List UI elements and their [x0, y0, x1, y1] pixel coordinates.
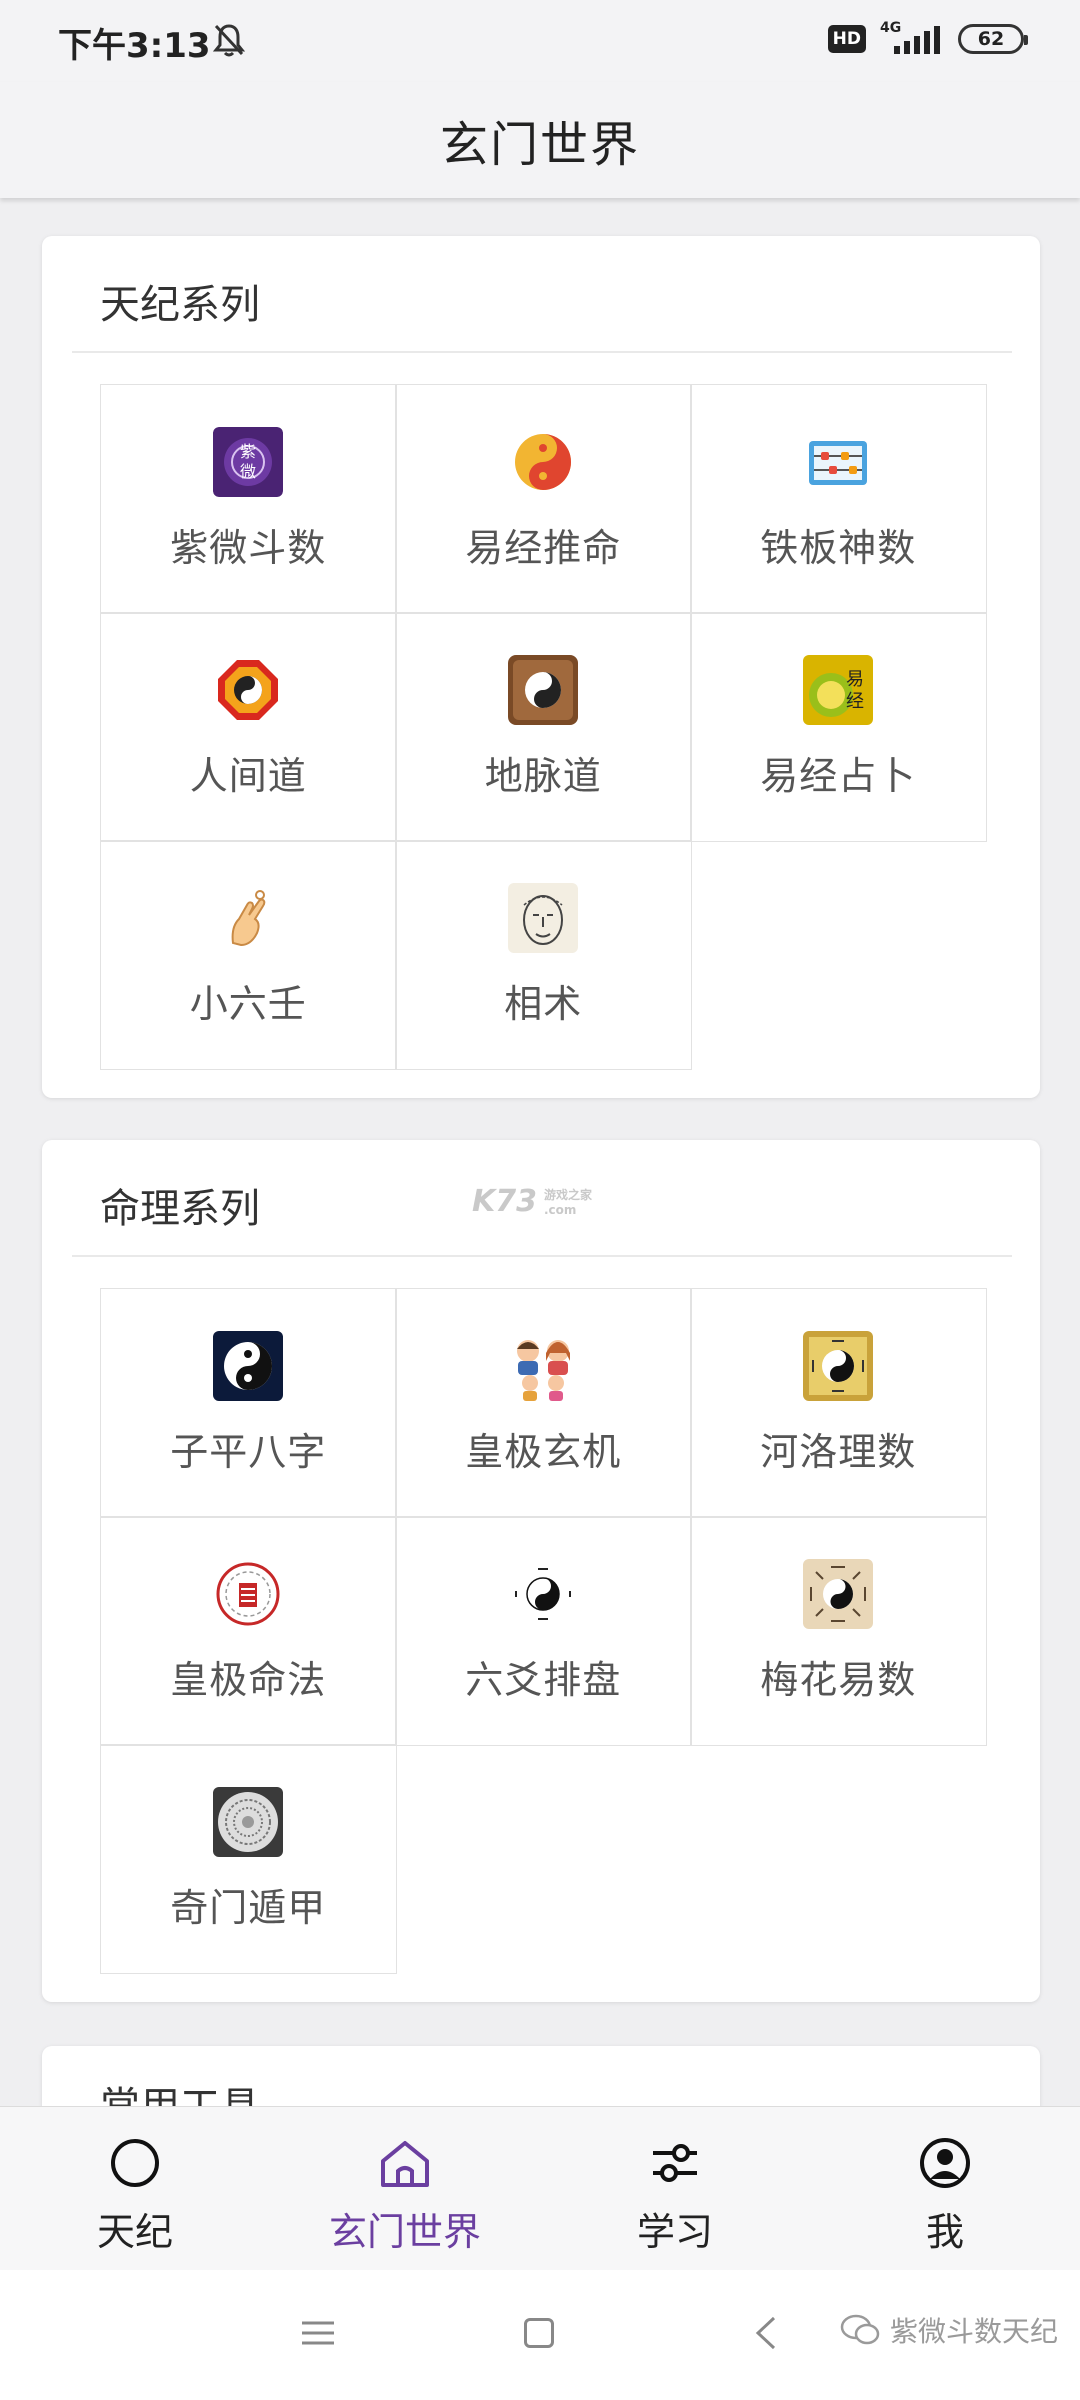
- k73-watermark: K73 游戏之家 .com: [472, 1184, 593, 1219]
- grid-item-label: 相术: [504, 982, 583, 1026]
- nav-tab-xuanmen[interactable]: 玄门世界: [270, 2107, 540, 2270]
- feature-grid: 紫 微 紫微斗数 易经推命 铁板神数 人间道 地脉道 易 经 易经占卜 小六壬 …: [100, 384, 987, 1070]
- grid-item-qimen[interactable]: 奇门遁甲: [100, 1744, 397, 1974]
- grid-item-ziping-bazi[interactable]: 子平八字: [100, 1288, 397, 1518]
- grid-item-meihua[interactable]: 梅花易数: [690, 1516, 987, 1746]
- home-button-icon[interactable]: [524, 2318, 554, 2348]
- yinyang-icon: [515, 434, 572, 490]
- wechat-watermark: 紫微斗数天纪: [840, 2310, 1058, 2350]
- svg-text:微: 微: [240, 462, 256, 481]
- ziwei-icon: 紫 微: [213, 427, 284, 497]
- grid-item-label: 奇门遁甲: [170, 1886, 327, 1930]
- circle-icon: [111, 2139, 159, 2187]
- taichi-icon: [515, 1568, 572, 1620]
- grid-item-label: 河洛理数: [760, 1430, 917, 1474]
- nav-tab-label: 玄门世界: [328, 2210, 481, 2254]
- section-title: 天纪系列: [100, 282, 260, 328]
- family-icon: [517, 1340, 571, 1401]
- dimai-icon: [508, 655, 579, 725]
- content-scroll[interactable]: 天纪系列 紫 微 紫微斗数 易经推命 铁板神数 人间道 地脉道 易 经 易经占卜…: [0, 198, 1080, 2106]
- grid-item-tieban[interactable]: 铁板神数: [690, 384, 987, 614]
- grid-item-label: 易经占卜: [760, 754, 917, 798]
- yinyang-dark-icon: [213, 1331, 284, 1401]
- section-title: 常用工具: [100, 2074, 260, 2106]
- grid-item-renjiandao[interactable]: 人间道: [100, 612, 397, 842]
- hand-icon: [231, 890, 266, 947]
- section-card-mingli: 命理系列 K73 游戏之家 .com 子平八字 皇极玄机 河洛理数 皇极命法 六…: [42, 1140, 1040, 2002]
- meihua-icon: [803, 1559, 874, 1629]
- face-reading-icon: [508, 883, 579, 953]
- signal-icon: 4G: [880, 20, 944, 58]
- recent-apps-icon[interactable]: [302, 2320, 334, 2346]
- nav-tab-label: 我: [925, 2210, 964, 2254]
- status-time: 下午3:13: [58, 26, 211, 66]
- hd-indicator: HD: [827, 25, 866, 53]
- grid-item-liuyao[interactable]: 六爻排盘: [395, 1516, 692, 1746]
- bagua-icon: [218, 660, 279, 720]
- nav-tab-label: 学习: [636, 2210, 713, 2254]
- yijing-icon: 易 经: [803, 655, 874, 725]
- grid-item-yijing-zhanbu[interactable]: 易 经 易经占卜: [690, 612, 987, 842]
- grid-item-label: 铁板神数: [760, 526, 917, 570]
- nav-tab-study[interactable]: 学习: [540, 2107, 810, 2270]
- wechat-icon: [840, 2314, 880, 2345]
- seal-icon: [216, 1562, 280, 1626]
- section-card-tools: 常用工具: [42, 2046, 1040, 2106]
- home-icon: [381, 2141, 429, 2187]
- section-title: 命理系列: [100, 1186, 260, 1232]
- grid-item-xiangshu[interactable]: 相术: [395, 840, 692, 1070]
- grid-item-label: 小六壬: [189, 982, 307, 1026]
- grid-item-label: 易经推命: [465, 526, 622, 570]
- feature-grid: 子平八字 皇极玄机 河洛理数 皇极命法 六爻排盘 梅花易数 奇门遁甲: [100, 1288, 987, 1974]
- grid-item-huangji-mingfa[interactable]: 皇极命法: [100, 1516, 397, 1746]
- grid-item-label: 梅花易数: [760, 1658, 917, 1702]
- nav-tab-label: 天纪: [96, 2210, 173, 2254]
- compass-icon: [213, 1787, 284, 1857]
- back-icon[interactable]: [754, 2316, 778, 2350]
- grid-item-label: 皇极玄机: [465, 1430, 622, 1474]
- grid-item-ziwei[interactable]: 紫 微 紫微斗数: [100, 384, 397, 614]
- grid-item-label: 地脉道: [484, 754, 602, 798]
- grid-item-label: 六爻排盘: [465, 1658, 622, 1702]
- heluo-icon: [803, 1331, 874, 1401]
- grid-item-label: 子平八字: [170, 1430, 327, 1474]
- grid-item-label: 人间道: [189, 754, 307, 798]
- status-bar: 下午3:13 HD 4G 62: [0, 0, 1080, 82]
- nav-tab-me[interactable]: 我: [810, 2107, 1080, 2270]
- battery-indicator: 62: [958, 24, 1028, 54]
- watermark-text: 紫微斗数天纪: [889, 2315, 1058, 2348]
- grid-item-xiaoliuren[interactable]: 小六壬: [100, 840, 397, 1070]
- nav-tab-tianji[interactable]: 天纪: [0, 2107, 270, 2270]
- grid-item-yijing-tuiming[interactable]: 易经推命: [395, 384, 692, 614]
- section-card-tianji: 天纪系列 紫 微 紫微斗数 易经推命 铁板神数 人间道 地脉道 易 经 易经占卜…: [42, 236, 1040, 1098]
- grid-item-label: 紫微斗数: [170, 526, 327, 570]
- profile-icon: [920, 2138, 970, 2188]
- divider: [72, 1255, 1012, 1257]
- sliders-icon: [653, 2144, 697, 2182]
- page-title: 玄门世界: [439, 117, 640, 173]
- abacus-icon: [809, 441, 868, 485]
- app-bar: 玄门世界: [0, 82, 1080, 198]
- svg-text:易: 易: [846, 669, 864, 690]
- system-navigation-bar: 紫微斗数天纪: [0, 2270, 1080, 2400]
- bottom-navigation: 天纪 玄门世界 学习 我: [0, 2106, 1080, 2270]
- grid-item-dimaidao[interactable]: 地脉道: [395, 612, 692, 842]
- grid-item-heluo[interactable]: 河洛理数: [690, 1288, 987, 1518]
- grid-item-huangji-xuanji[interactable]: 皇极玄机: [395, 1288, 692, 1518]
- svg-text:紫: 紫: [240, 442, 256, 461]
- divider: [72, 351, 1012, 353]
- grid-item-label: 皇极命法: [170, 1658, 327, 1702]
- svg-text:经: 经: [846, 691, 864, 712]
- bell-muted-icon: [212, 24, 246, 57]
